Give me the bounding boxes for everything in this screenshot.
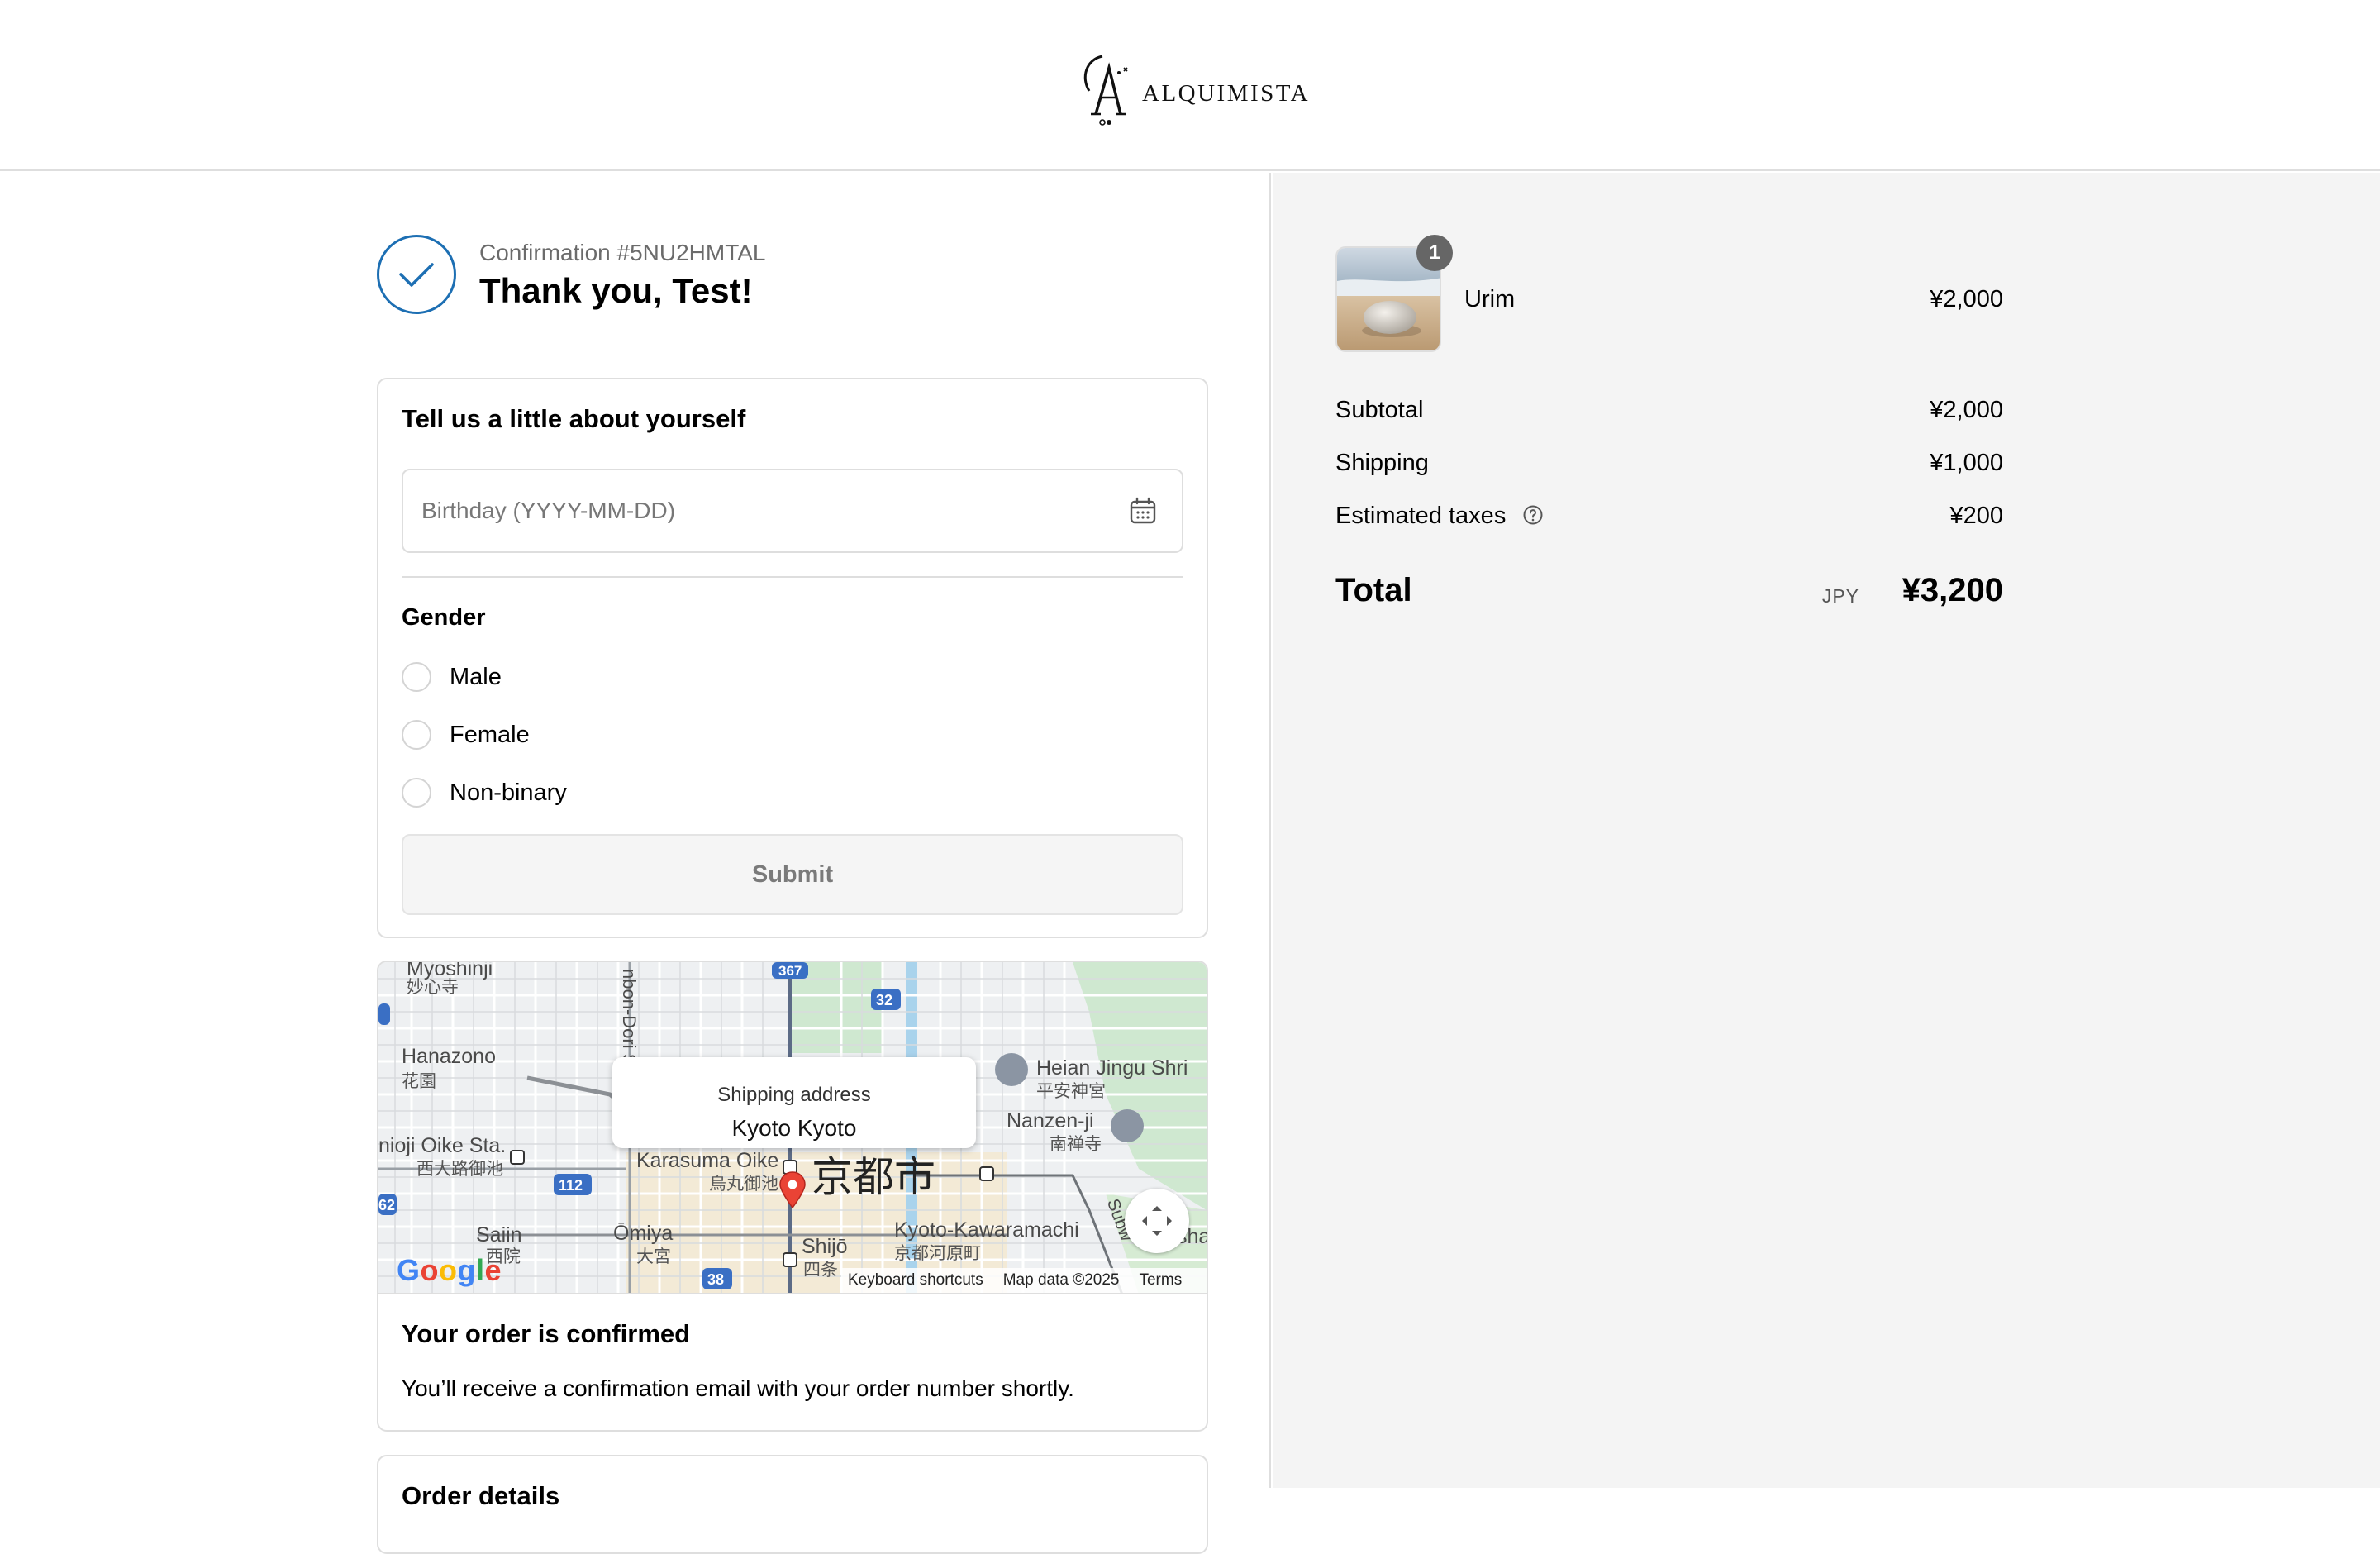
- map-label: 京都河原町: [894, 1244, 981, 1263]
- subtotal-row: Subtotal ¥2,000: [1335, 397, 2003, 424]
- map-label: Ōmiya: [613, 1222, 674, 1245]
- map-label: 花園: [402, 1072, 436, 1091]
- taxes-value: ¥200: [1949, 503, 2003, 529]
- site-header: ALQUIMISTA: [0, 0, 2380, 171]
- map-label: 南禅寺: [1050, 1135, 1102, 1154]
- map-label: Shijō: [802, 1235, 848, 1258]
- radio-button[interactable]: [402, 662, 431, 692]
- order-confirmed-message: You’ll receive a confirmation email with…: [402, 1375, 1074, 1401]
- map-label: 西大路御池: [416, 1160, 503, 1179]
- order-confirmed-card: 367 32 112 38 62 Myoshinji 妙心寺 Hanazono …: [377, 961, 1208, 1432]
- birthday-field[interactable]: [402, 469, 1183, 553]
- popup-subtitle: Shipping address: [717, 1084, 871, 1106]
- product-price: ¥2,000: [1930, 286, 2003, 312]
- taxes-row: Estimated taxes ¥200: [1335, 503, 2003, 530]
- about-yourself-title: Tell us a little about yourself: [402, 404, 746, 433]
- map-label: Kyoto-Kawaramachi: [894, 1218, 1079, 1242]
- total-label: Total: [1335, 572, 1412, 608]
- google-logo: Google: [397, 1253, 502, 1287]
- brand-logo[interactable]: ALQUIMISTA: [1074, 48, 1310, 127]
- svg-text:32: 32: [876, 992, 892, 1008]
- thank-you-heading: Thank you, Test!: [479, 271, 753, 310]
- subtotal-label: Subtotal: [1335, 397, 1424, 423]
- location-pin-icon: [779, 1171, 806, 1209]
- expand-icon: [1142, 1206, 1172, 1236]
- submit-button[interactable]: Submit: [402, 834, 1183, 915]
- svg-text:62: 62: [378, 1197, 395, 1213]
- map-label: nbon-Dori S: [619, 969, 640, 1066]
- map-label: 妙心寺: [407, 978, 459, 997]
- birthday-input[interactable]: [421, 470, 1099, 551]
- calendar-icon[interactable]: [1129, 497, 1157, 525]
- shipping-address-popup: Shipping address Kyoto Kyoto: [612, 1057, 976, 1148]
- shipping-map[interactable]: 367 32 112 38 62 Myoshinji 妙心寺 Hanazono …: [378, 962, 1207, 1294]
- terms-link[interactable]: Terms: [1139, 1271, 1182, 1289]
- svg-text:38: 38: [707, 1271, 724, 1288]
- taxes-label: Estimated taxes: [1335, 503, 1507, 529]
- quantity-badge: 1: [1416, 235, 1453, 271]
- gender-label: Gender: [402, 604, 486, 631]
- gender-option-label: Non-binary: [450, 779, 567, 806]
- map-label: Heian Jingu Shri: [1036, 1056, 1188, 1080]
- map-label: Nanzen-ji: [1007, 1109, 1094, 1132]
- order-summary-panel: [1273, 173, 2380, 1488]
- shipping-row: Shipping ¥1,000: [1335, 450, 2003, 477]
- map-label: 烏丸御池: [709, 1175, 778, 1194]
- order-details-title: Order details: [402, 1481, 560, 1510]
- brand-name: ALQUIMISTA: [1142, 79, 1311, 107]
- alchemist-logo-icon: [1083, 55, 1128, 126]
- gender-option-label: Female: [450, 721, 530, 748]
- svg-text:367: 367: [778, 963, 802, 979]
- radio-button[interactable]: [402, 778, 431, 808]
- keyboard-shortcuts-link[interactable]: Keyboard shortcuts: [848, 1271, 983, 1289]
- map-label: 京都市: [812, 1154, 935, 1200]
- gender-option-female[interactable]: Female: [402, 718, 530, 751]
- map-label: 大宮: [636, 1247, 671, 1266]
- subtotal-value: ¥2,000: [1930, 397, 2003, 423]
- map-footer: Keyboard shortcuts Map data ©2025 Terms: [841, 1268, 1207, 1293]
- fullscreen-button[interactable]: [1125, 1189, 1189, 1253]
- svg-text:112: 112: [559, 1177, 583, 1194]
- help-icon[interactable]: [1522, 504, 1544, 526]
- confirmation-number: Confirmation #5NU2HMTAL: [479, 240, 766, 265]
- gender-option-male[interactable]: Male: [402, 660, 502, 694]
- radio-button[interactable]: [402, 720, 431, 750]
- shipping-value: ¥1,000: [1930, 450, 2003, 476]
- total-value: ¥3,200: [1902, 572, 2003, 608]
- map-label: nioji Oike Sta.: [378, 1134, 507, 1157]
- map-label: 平安神宮: [1036, 1082, 1106, 1101]
- order-confirmed-title: Your order is confirmed: [402, 1319, 691, 1348]
- product-name: Urim: [1464, 286, 1516, 312]
- total-currency: JPY: [1821, 585, 1859, 607]
- success-check-icon: [377, 235, 456, 314]
- gender-option-non-binary[interactable]: Non-binary: [402, 776, 567, 809]
- order-details-card: Order details: [377, 1455, 1208, 1554]
- gender-option-label: Male: [450, 663, 502, 690]
- form-divider: [402, 576, 1183, 578]
- about-yourself-card: Tell us a little about yourself Gender M…: [377, 378, 1208, 938]
- map-label: 四条: [803, 1261, 838, 1280]
- map-label: Karasuma Oike: [636, 1149, 779, 1172]
- map-data-attribution: Map data ©2025: [1002, 1271, 1120, 1289]
- shipping-label: Shipping: [1335, 450, 1429, 476]
- popup-address: Kyoto Kyoto: [731, 1115, 857, 1141]
- map-label: Hanazono: [402, 1045, 496, 1068]
